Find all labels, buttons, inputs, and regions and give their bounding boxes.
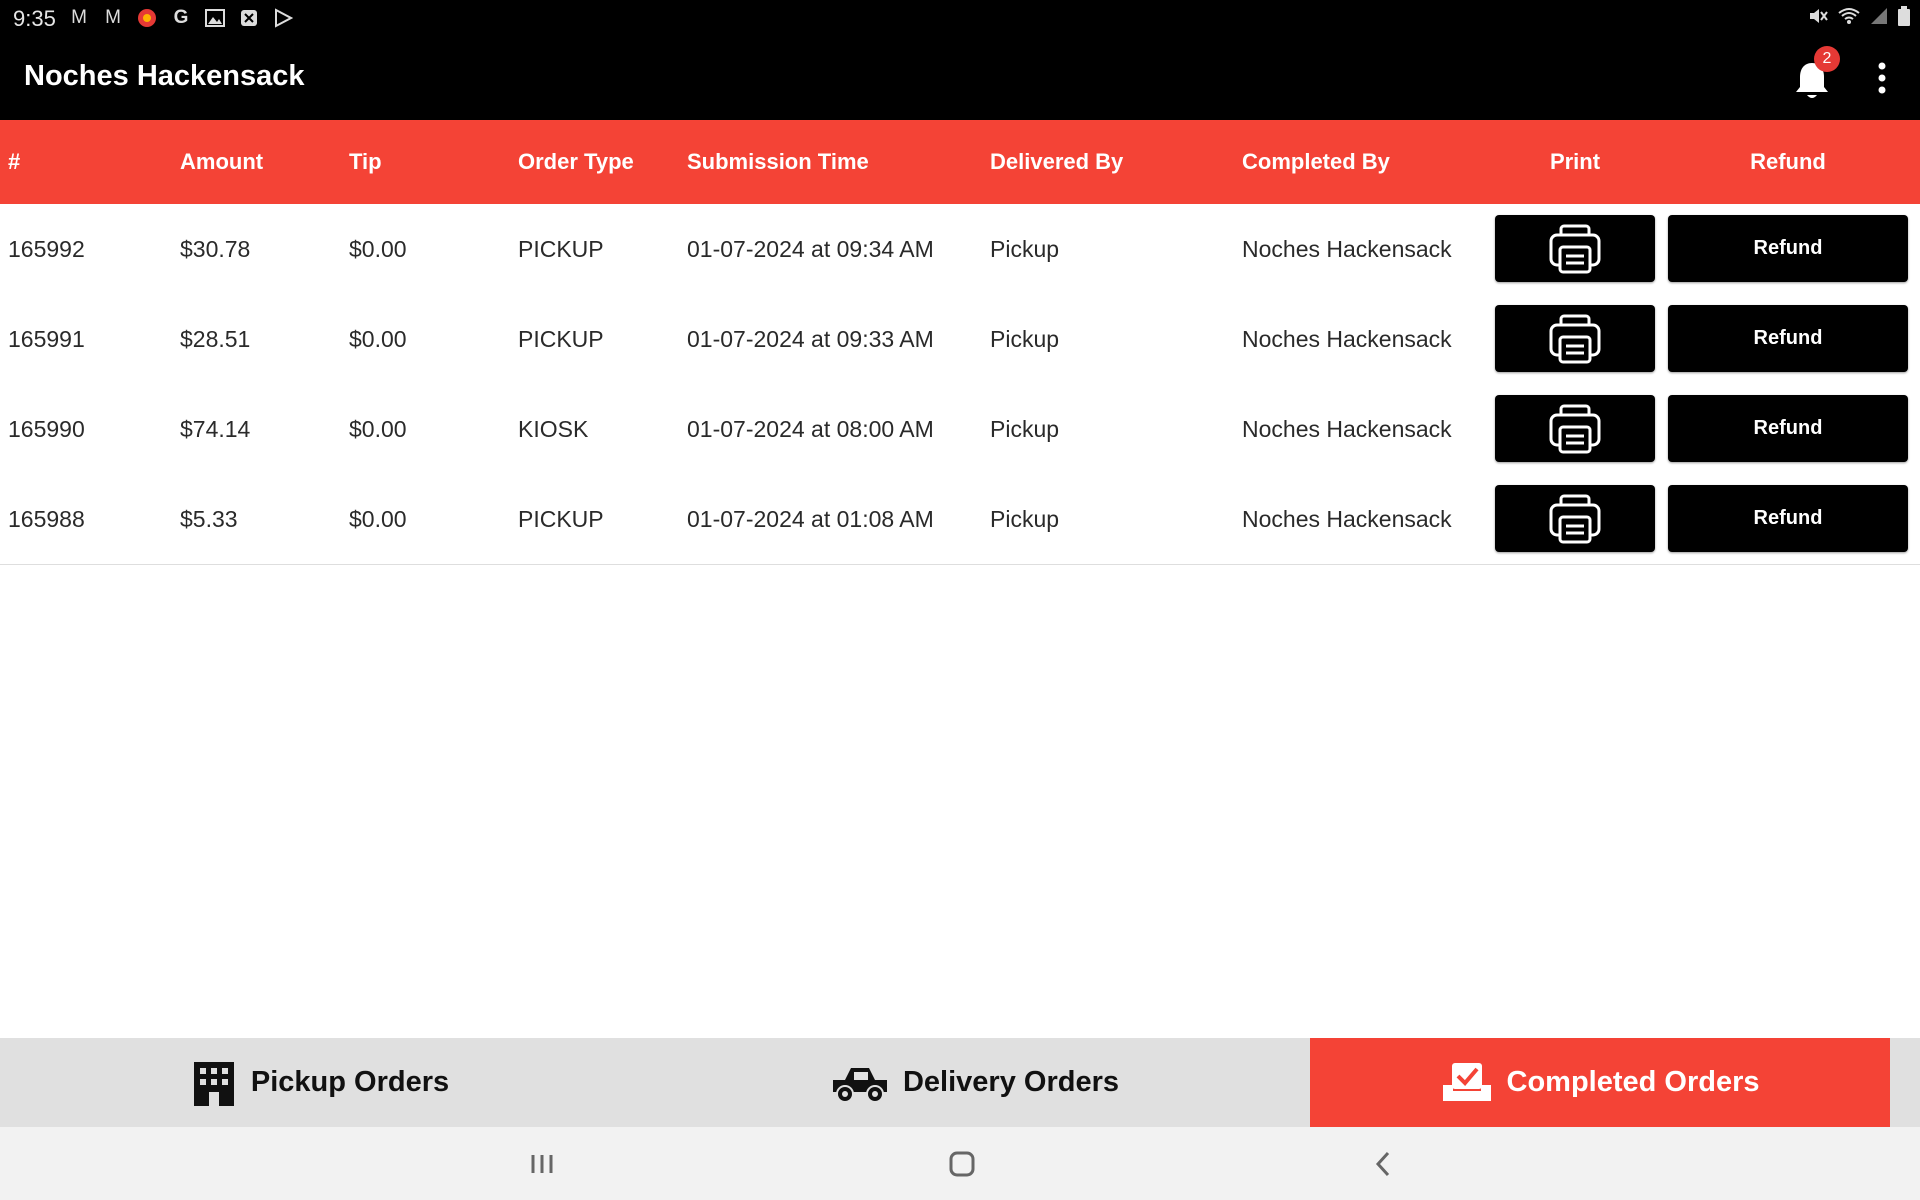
tab-label: Delivery Orders <box>902 1066 1119 1098</box>
completed-by: Noches Hackensack <box>1242 416 1452 442</box>
app-title: Noches Hackensack <box>24 60 305 92</box>
order-type: PICKUP <box>518 326 604 352</box>
gallery-icon <box>202 7 228 29</box>
submission-time: 01-07-2024 at 09:33 AM <box>687 326 934 352</box>
notification-icons: M M G <box>66 7 296 29</box>
printer-icon <box>1549 224 1601 273</box>
print-button[interactable] <box>1495 395 1655 462</box>
refund-button[interactable]: Refund <box>1668 215 1908 282</box>
submission-time: 01-07-2024 at 01:08 AM <box>687 506 934 532</box>
gmail-icon: M <box>71 7 87 28</box>
print-button[interactable] <box>1495 305 1655 372</box>
submission-time: 01-07-2024 at 09:34 AM <box>687 236 934 262</box>
tab-pickup-orders[interactable]: Pickup Orders <box>0 1038 640 1127</box>
submission-time: 01-07-2024 at 08:00 AM <box>687 416 934 442</box>
completed-tray-icon <box>1442 1062 1491 1101</box>
truck-icon <box>832 1067 887 1103</box>
order-number: 165992 <box>8 236 85 262</box>
print-button[interactable] <box>1495 215 1655 282</box>
refund-button[interactable]: Refund <box>1668 485 1908 552</box>
order-number: 165991 <box>8 326 85 352</box>
table-row: 165991 $28.51 $0.00 PICKUP 01-07-2024 at… <box>0 294 1920 385</box>
order-amount: $5.33 <box>180 506 238 532</box>
app-icon <box>134 7 160 29</box>
printer-icon <box>1549 314 1601 363</box>
google-icon: G <box>173 7 189 28</box>
notification-badge: 2 <box>1814 46 1840 72</box>
gmail-icon: M <box>105 7 121 28</box>
wifi-icon <box>1838 8 1860 24</box>
completed-by: Noches Hackensack <box>1242 506 1452 532</box>
play-store-icon <box>270 7 296 29</box>
building-icon <box>193 1061 234 1106</box>
more-options-icon[interactable] <box>1870 60 1894 96</box>
order-amount: $30.78 <box>180 236 251 262</box>
delivered-by: Pickup <box>990 416 1060 442</box>
header-completed-by: Completed By <box>1242 149 1390 174</box>
status-time: 9:35 <box>13 6 56 31</box>
order-number: 165990 <box>8 416 85 442</box>
header-number: # <box>8 149 21 174</box>
header-delivered-by: Delivered By <box>990 149 1124 174</box>
order-amount: $74.14 <box>180 416 251 442</box>
order-type: KIOSK <box>518 416 589 442</box>
printer-icon <box>1549 494 1601 543</box>
tab-label: Pickup Orders <box>250 1066 450 1098</box>
recent-apps-icon[interactable] <box>520 1145 564 1183</box>
order-tip: $0.00 <box>349 416 407 442</box>
tab-completed-orders[interactable]: Completed Orders <box>1310 1038 1890 1127</box>
tab-label: Completed Orders <box>1506 1066 1760 1098</box>
header-refund: Refund <box>1750 149 1826 174</box>
bottom-tab-bar: Pickup Orders Delivery Orders Completed … <box>0 1038 1920 1127</box>
completed-by: Noches Hackensack <box>1242 236 1452 262</box>
header-order-type: Order Type <box>518 149 634 174</box>
app-bar: Noches Hackensack <box>0 36 1920 120</box>
delivered-by: Pickup <box>990 506 1060 532</box>
completed-by: Noches Hackensack <box>1242 326 1452 352</box>
system-icons <box>1808 6 1910 26</box>
header-print: Print <box>1549 149 1601 174</box>
table-row: 165990 $74.14 $0.00 KIOSK 01-07-2024 at … <box>0 384 1920 475</box>
order-type: PICKUP <box>518 236 604 262</box>
mute-icon <box>1810 9 1828 23</box>
order-tip: $0.00 <box>349 506 407 532</box>
printer-icon <box>1549 404 1601 453</box>
system-navigation-bar <box>0 1127 1920 1200</box>
print-button[interactable] <box>1495 485 1655 552</box>
header-amount: Amount <box>180 149 264 174</box>
order-number: 165988 <box>8 506 85 532</box>
app-icon <box>236 7 262 29</box>
refund-button[interactable]: Refund <box>1668 395 1908 462</box>
header-submission-time: Submission Time <box>687 149 869 174</box>
table-header: # Amount Tip Order Type Submission Time … <box>0 120 1920 204</box>
delivered-by: Pickup <box>990 326 1060 352</box>
table-row: 165988 $5.33 $0.00 PICKUP 01-07-2024 at … <box>0 474 1920 565</box>
order-tip: $0.00 <box>349 236 407 262</box>
order-amount: $28.51 <box>180 326 251 352</box>
status-bar: 9:35 M M G <box>0 0 1920 36</box>
table-row: 165992 $30.78 $0.00 PICKUP 01-07-2024 at… <box>0 204 1920 295</box>
refund-button[interactable]: Refund <box>1668 305 1908 372</box>
signal-icon <box>1871 8 1887 24</box>
order-type: PICKUP <box>518 506 604 532</box>
header-tip: Tip <box>349 149 382 174</box>
order-tip: $0.00 <box>349 326 407 352</box>
tab-delivery-orders[interactable]: Delivery Orders <box>640 1038 1310 1127</box>
home-icon[interactable] <box>940 1145 984 1183</box>
delivered-by: Pickup <box>990 236 1060 262</box>
battery-icon <box>1898 6 1910 26</box>
back-icon[interactable] <box>1362 1145 1406 1183</box>
